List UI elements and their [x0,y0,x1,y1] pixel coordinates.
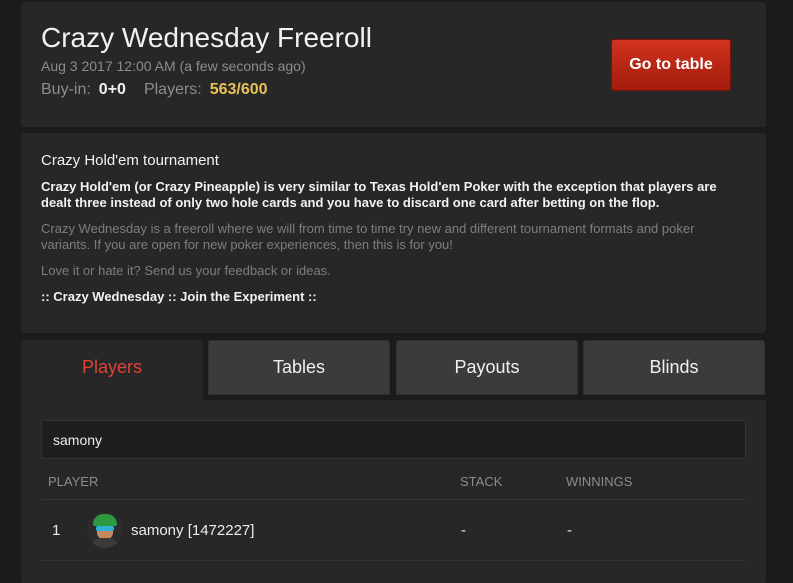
tab-blinds[interactable]: Blinds [583,340,765,395]
player-stack: - [461,522,466,539]
buyin-label: Buy-in: [41,81,91,98]
player-name[interactable]: samony [1472227] [131,522,254,539]
go-to-table-button[interactable]: Go to table [611,39,731,91]
player-winnings: - [567,522,572,539]
player-rank: 1 [52,522,61,539]
players-label: Players: [143,81,202,98]
player-avatar [87,512,123,548]
tournament-date: Aug 3 2017 12:00 AM (a few seconds ago) [41,58,306,74]
description-summary: Crazy Hold'em (or Crazy Pineapple) is ve… [41,179,717,210]
feedback-text: Love it or hate it? Send us your feedbac… [41,263,331,278]
player-search-input[interactable] [41,420,746,459]
column-stack: STACK [460,474,503,489]
row-divider [41,560,746,561]
column-winnings: WINNINGS [566,474,633,489]
tab-payouts[interactable]: Payouts [396,340,578,395]
header-divider [41,499,746,500]
players-panel: PLAYER STACK WINNINGS 1 samony [1472227]… [21,400,766,583]
tab-tables[interactable]: Tables [208,340,390,395]
tournament-meta: Buy-in: 0+0 Players: 563/600 [41,81,268,99]
description-details: Crazy Wednesday is a freeroll where we w… [41,221,695,252]
tournament-title: Crazy Wednesday Freeroll [41,22,372,53]
players-count: 563/600 [209,81,268,98]
tab-players[interactable]: Players [21,340,203,400]
tournament-description: Crazy Hold'em tournament Crazy Hold'em (… [21,133,766,333]
column-player: PLAYER [48,474,99,489]
description-title: Crazy Hold'em tournament [41,152,219,169]
tagline: :: Crazy Wednesday :: Join the Experimen… [41,289,317,304]
tournament-header: Crazy Wednesday Freeroll Aug 3 2017 12:0… [21,2,766,127]
buyin-value: 0+0 [98,81,126,98]
